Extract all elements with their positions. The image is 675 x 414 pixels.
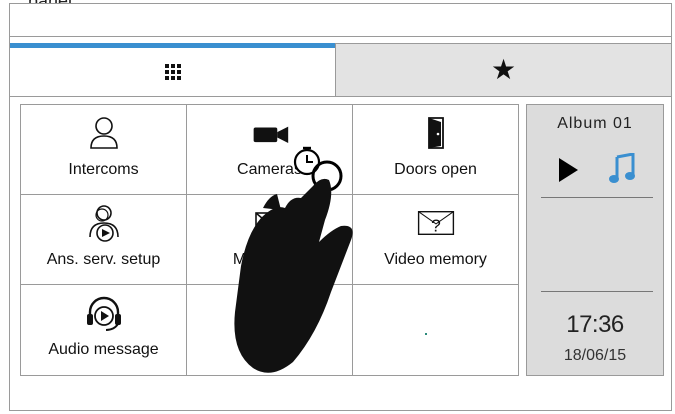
person-icon [84, 115, 124, 151]
door-icon [416, 115, 456, 151]
menu-item-label: Audio message [48, 341, 159, 358]
menu-item-audio-message[interactable]: Audio message [21, 285, 187, 375]
tab-favorites[interactable]: ★ [335, 43, 671, 96]
answering-service-icon [84, 205, 124, 242]
album-title: Album 01 [557, 115, 633, 132]
media-panel: Album 01 17:36 18/06/15 [526, 104, 664, 376]
menu-item-intercoms[interactable]: Intercoms [21, 105, 187, 195]
music-note-icon [609, 152, 635, 183]
panel-divider [541, 197, 653, 198]
menu-item-ans-serv-setup[interactable]: Ans. serv. setup [21, 195, 187, 285]
menu-item-label: Video memory [384, 251, 487, 268]
video-memory-icon: ? [416, 205, 456, 241]
media-controls [527, 152, 663, 190]
play-icon [559, 158, 578, 182]
tab-bar: ★ [10, 43, 671, 97]
star-icon: ★ [490, 54, 517, 85]
menu-item-label: Doors open [394, 161, 477, 178]
video-memory-question: ? [431, 216, 441, 236]
clock-date: 18/06/15 [563, 347, 627, 364]
music-button[interactable] [609, 152, 635, 190]
menu-item-label: Intercoms [68, 161, 139, 178]
panel-divider [541, 291, 653, 292]
play-button[interactable] [557, 157, 579, 188]
clock-time: 17:36 [566, 311, 624, 338]
dot-marker [425, 333, 427, 335]
top-divider [9, 36, 672, 37]
pointing-hand-icon [234, 146, 353, 373]
menu-item-doors-open[interactable]: Doors open [353, 105, 518, 195]
grid-icon [164, 64, 181, 80]
headset-play-icon [84, 295, 124, 331]
menu-item-video-memory[interactable]: ? Video memory [353, 195, 518, 285]
menu-item-empty [353, 285, 518, 375]
tab-menu[interactable] [10, 43, 335, 96]
